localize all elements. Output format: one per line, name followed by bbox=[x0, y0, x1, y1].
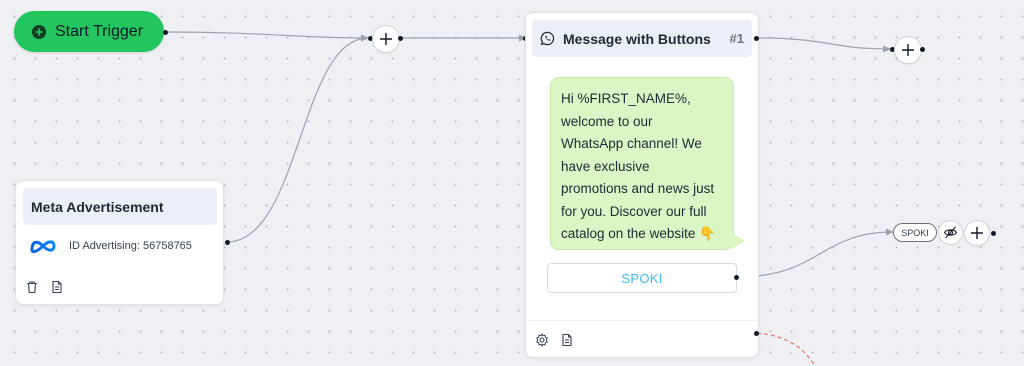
plus-icon bbox=[380, 33, 392, 45]
wire-meta-to-plus bbox=[226, 34, 369, 243]
message-bubble-tail bbox=[732, 233, 745, 249]
start-trigger-label: Start Trigger bbox=[55, 22, 144, 40]
wire-error-dashed bbox=[756, 332, 816, 366]
meta-node-header: Meta Advertisement bbox=[23, 188, 217, 225]
message-line: for you. Discover our full bbox=[561, 203, 707, 219]
message-bubble: Hi %FIRST_NAME%, welcome to our WhatsApp… bbox=[550, 77, 734, 250]
advertising-id: ID Advertising: 56758765 bbox=[69, 240, 192, 252]
start-trigger-output-port[interactable] bbox=[163, 30, 168, 35]
plus-output-port[interactable] bbox=[398, 36, 403, 41]
wire-button-to-branch bbox=[736, 228, 894, 278]
branch-tag: SPOKI bbox=[893, 223, 937, 242]
message-node-output-port[interactable] bbox=[754, 36, 759, 41]
meta-logo-icon bbox=[30, 240, 56, 254]
meta-advertisement-node[interactable]: Meta Advertisement ID Advertising: 56758… bbox=[15, 180, 224, 305]
add-step-button[interactable] bbox=[372, 25, 400, 53]
message-node-header: Message with Buttons #1 bbox=[532, 20, 752, 57]
message-line: catalog on the website 👇 bbox=[561, 226, 716, 241]
message-line: welcome to our bbox=[561, 113, 653, 129]
plus-icon bbox=[971, 227, 983, 239]
gear-icon[interactable] bbox=[535, 333, 549, 347]
eye-off-icon bbox=[943, 226, 958, 239]
whatsapp-icon bbox=[540, 31, 555, 46]
branch-output-port[interactable] bbox=[991, 231, 996, 236]
add-next-step-button[interactable] bbox=[894, 36, 922, 64]
message-node-error-port[interactable] bbox=[754, 331, 759, 336]
trash-icon[interactable] bbox=[25, 280, 39, 294]
plus-circle-icon bbox=[32, 24, 46, 39]
message-with-buttons-node[interactable]: Message with Buttons #1 Hi %FIRST_NAME%,… bbox=[525, 12, 759, 358]
message-node-title: Message with Buttons bbox=[563, 30, 711, 47]
add-branch-step-button[interactable] bbox=[964, 220, 990, 246]
plus-output-port[interactable] bbox=[920, 47, 925, 52]
document-icon[interactable] bbox=[560, 333, 574, 347]
wire-start-to-plus bbox=[165, 31, 369, 42]
message-node-index: #1 bbox=[729, 31, 744, 46]
spoki-quick-reply-button[interactable]: SPOKI bbox=[547, 263, 737, 293]
message-line: have exclusive bbox=[561, 158, 650, 174]
start-trigger-node[interactable]: Start Trigger bbox=[14, 11, 164, 52]
node-footer-divider bbox=[526, 320, 758, 321]
document-icon[interactable] bbox=[50, 280, 64, 294]
meta-node-output-port[interactable] bbox=[225, 240, 230, 245]
meta-node-title: Meta Advertisement bbox=[31, 198, 164, 215]
message-line: promotions and news just bbox=[561, 181, 715, 196]
message-line: Hi %FIRST_NAME%, bbox=[561, 91, 691, 106]
wire-message-to-plus bbox=[756, 37, 891, 53]
toggle-visibility-button[interactable] bbox=[938, 220, 963, 245]
message-line: WhatsApp channel! We bbox=[561, 136, 702, 151]
plus-icon bbox=[902, 44, 914, 56]
spoki-button-output-port[interactable] bbox=[734, 275, 739, 280]
